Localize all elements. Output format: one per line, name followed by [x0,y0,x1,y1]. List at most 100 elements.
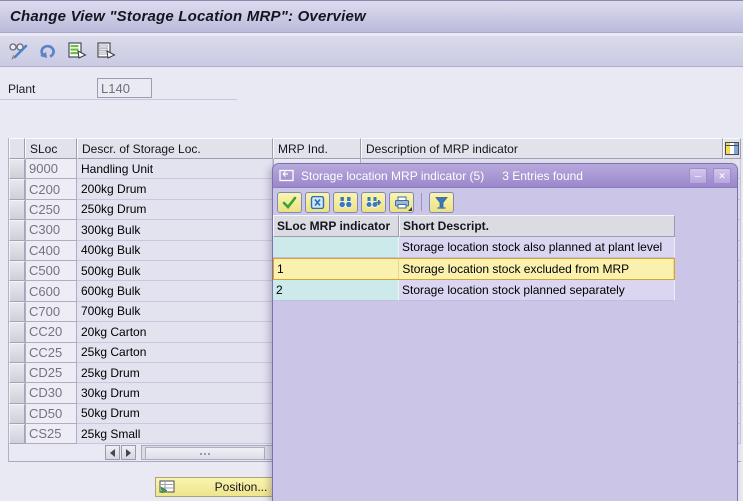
row-selector[interactable] [9,281,25,302]
row-selector[interactable] [9,301,25,323]
storage-descr-cell: 25kg Carton [77,342,273,363]
sloc-cell[interactable]: C200 [25,179,77,200]
storage-descr-cell: 25kg Small [77,424,273,445]
header-selector-cell [9,138,25,159]
mrp-indicator-cell[interactable]: 1 [274,259,400,279]
sloc-cell[interactable]: CD25 [25,362,77,384]
right-arrow-icon [126,448,131,457]
binoculars-icon [338,196,353,209]
sloc-cell[interactable]: C300 [25,220,77,241]
storage-descr-cell: 400kg Bulk [77,240,273,261]
header-mrp-descr: Description of MRP indicator [361,138,723,159]
page-title: Change View "Storage Location MRP": Over… [10,8,366,25]
row-selector[interactable] [9,322,25,343]
dialog-window-icon [279,169,295,182]
entries-found-text: 3 Entries found [502,168,583,183]
sloc-cell[interactable]: CC20 [25,322,77,343]
cancel-button[interactable] [305,191,330,213]
storage-descr-cell: 700kg Bulk [77,301,273,323]
sloc-cell[interactable]: C700 [25,301,77,323]
storage-descr-cell: 250kg Drum [77,199,273,221]
scroll-right-button[interactable] [121,445,136,461]
page-title-bar: Change View "Storage Location MRP": Over… [0,0,743,33]
header-short-descript: Short Descript. [399,215,675,237]
storage-descr-cell: 600kg Bulk [77,281,273,302]
scroll-left-button[interactable] [105,445,120,461]
select-all-button[interactable] [64,38,90,64]
display-change-toggle-button[interactable] [6,38,32,64]
row-selector[interactable] [9,362,25,384]
filter-button[interactable] [429,191,454,213]
find-button[interactable] [333,191,358,213]
mrp-indicator-descr-cell[interactable]: Storage location stock excluded from MRP [399,259,674,279]
application-toolbar [0,36,743,67]
dialog-title: Storage location MRP indicator (5) [301,168,485,183]
cancel-x-icon [310,195,325,209]
popup-row[interactable]: 2 Storage location stock planned separat… [273,279,675,301]
sloc-cell[interactable]: C500 [25,260,77,282]
sloc-cell[interactable]: CD50 [25,403,77,425]
deselect-all-table-icon [96,42,116,60]
grip-dot [200,452,202,455]
header-storage-descr: Descr. of Storage Loc. [77,138,273,159]
scrollbar-thumb[interactable] [145,447,265,461]
grip-dot [208,452,210,455]
toolbar-separator [421,193,422,211]
storage-descr-cell: 50kg Drum [77,403,273,425]
row-selector[interactable] [9,220,25,241]
undo-button[interactable] [35,38,61,64]
storage-descr-cell: 200kg Drum [77,179,273,200]
popup-row[interactable]: 1 Storage location stock excluded from M… [273,258,675,280]
position-icon [159,480,176,494]
plant-input[interactable] [97,78,152,98]
deselect-all-button[interactable] [93,38,119,64]
row-selector[interactable] [9,159,25,180]
table-configuration-icon [725,142,739,155]
sloc-cell[interactable]: CC25 [25,342,77,363]
sloc-cell[interactable]: CD30 [25,383,77,404]
minimize-button[interactable]: ─ [689,167,707,184]
storage-descr-cell: 25kg Drum [77,362,273,384]
header-sloc: SLoc [25,138,77,159]
row-selector[interactable] [9,424,25,445]
storage-descr-cell: 20kg Carton [77,322,273,343]
sloc-cell[interactable]: 9000 [25,159,77,180]
row-selector[interactable] [9,260,25,282]
mrp-indicator-cell[interactable]: 2 [273,279,399,301]
mrp-indicator-cell[interactable] [273,237,399,259]
row-selector[interactable] [9,179,25,200]
continue-button[interactable] [277,191,302,213]
row-selector[interactable] [9,240,25,261]
check-icon [282,196,297,209]
header-mrp-indicator: SLoc MRP indicator [273,215,399,237]
table-config-button[interactable] [723,138,741,159]
close-button[interactable]: ✕ [713,167,731,184]
find-next-button[interactable] [361,191,386,213]
row-selector[interactable] [9,403,25,425]
undo-icon [38,42,58,60]
sap-window: Change View "Storage Location MRP": Over… [0,0,743,501]
grip-dot [204,452,206,455]
plant-label: Plant [8,82,36,96]
storage-descr-cell: 500kg Bulk [77,260,273,282]
sloc-cell[interactable]: C250 [25,199,77,221]
popup-row[interactable]: Storage location stock also planned at p… [273,237,675,259]
glasses-pencil-icon [8,41,30,61]
sloc-cell[interactable]: CS25 [25,424,77,445]
mrp-indicator-dialog: Storage location MRP indicator (5) 3 Ent… [272,163,738,501]
sloc-cell[interactable]: C600 [25,281,77,302]
row-selector[interactable] [9,199,25,221]
scrollbar-gap [9,444,105,461]
row-selector[interactable] [9,383,25,404]
dialog-title-bar: Storage location MRP indicator (5) 3 Ent… [273,164,737,188]
sloc-cell[interactable]: C400 [25,240,77,261]
header-mrp-ind: MRP Ind. [273,138,361,159]
mrp-indicator-table: SLoc MRP indicator Short Descript. Stora… [273,215,675,301]
mrp-indicator-descr-cell[interactable]: Storage location stock also planned at p… [399,237,675,259]
field-underline [0,99,237,100]
left-arrow-icon [110,448,115,457]
mrp-indicator-descr-cell[interactable]: Storage location stock planned separatel… [399,279,675,301]
print-button[interactable] [389,191,414,213]
storage-descr-cell: Handling Unit [77,159,273,180]
row-selector[interactable] [9,342,25,363]
